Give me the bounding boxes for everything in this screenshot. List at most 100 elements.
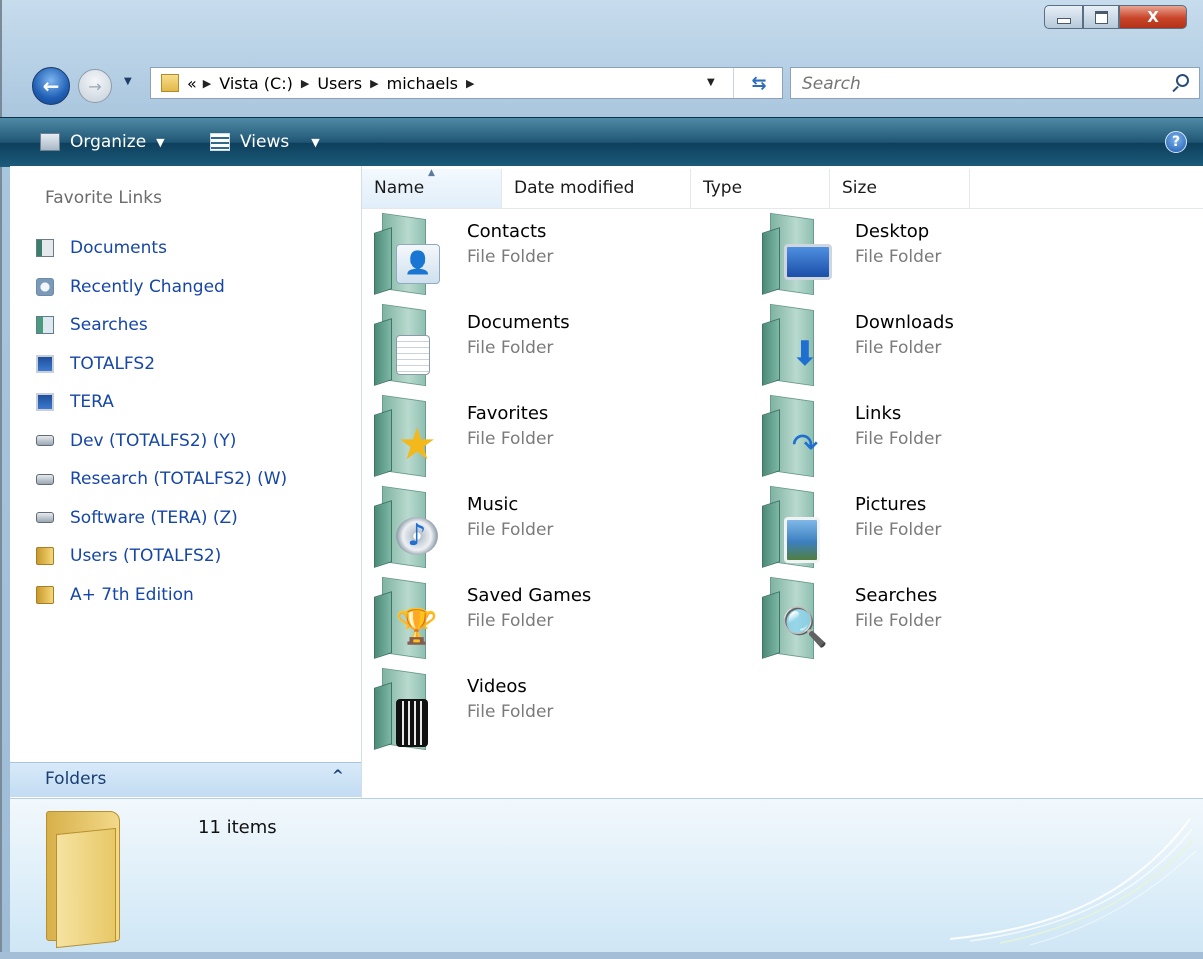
close-button[interactable]: X bbox=[1119, 5, 1187, 29]
chevron-right-icon[interactable]: ▶ bbox=[301, 77, 309, 90]
file-name: Music bbox=[467, 494, 519, 515]
computer-icon bbox=[36, 393, 54, 412]
videos-folder-icon bbox=[374, 667, 450, 751]
file-name: Contacts bbox=[467, 221, 547, 242]
sidebar-item-a-plus-7th-edition[interactable]: A+ 7th Edition bbox=[36, 576, 287, 615]
sidebar-item-tera[interactable]: TERA bbox=[36, 383, 287, 422]
maximize-button[interactable] bbox=[1083, 5, 1119, 29]
column-header-label: Size bbox=[842, 178, 877, 198]
folders-toggle-bar[interactable]: Folders ^ bbox=[10, 762, 361, 797]
file-name: Pictures bbox=[855, 494, 927, 515]
column-header-row: Name ▲ Date modified Type Size bbox=[362, 168, 1203, 209]
column-header-name[interactable]: Name ▲ bbox=[362, 168, 502, 208]
folder-icon bbox=[46, 811, 132, 949]
chevron-down-icon: ▼ bbox=[311, 135, 320, 149]
chevron-right-icon[interactable]: ▶ bbox=[370, 77, 378, 90]
sidebar-item-documents[interactable]: Documents bbox=[36, 229, 287, 268]
list-item[interactable]: Videos File Folder bbox=[362, 667, 732, 751]
list-item[interactable]: Pictures File Folder bbox=[750, 485, 1120, 569]
sidebar-item-totalfs2[interactable]: TOTALFS2 bbox=[36, 345, 287, 384]
column-header-date-modified[interactable]: Date modified bbox=[502, 169, 691, 208]
sidebar-item-recently-changed[interactable]: Recently Changed bbox=[36, 268, 287, 307]
sidebar-item-label: Software (TERA) (Z) bbox=[70, 507, 238, 528]
list-item[interactable]: ♪ Music File Folder bbox=[362, 485, 732, 569]
sidebar-item-research[interactable]: Research (TOTALFS2) (W) bbox=[36, 460, 287, 499]
chevron-up-icon: ^ bbox=[332, 768, 344, 784]
views-button[interactable]: Views ▼ bbox=[210, 129, 320, 155]
file-type: File Folder bbox=[855, 611, 942, 631]
file-type: File Folder bbox=[855, 338, 942, 358]
sidebar-item-users[interactable]: Users (TOTALFS2) bbox=[36, 537, 287, 576]
sidebar-item-software[interactable]: Software (TERA) (Z) bbox=[36, 499, 287, 538]
breadcrumb-item[interactable]: michaels bbox=[387, 74, 458, 93]
sidebar-item-label: Documents bbox=[70, 238, 167, 259]
help-icon: ? bbox=[1171, 134, 1181, 150]
list-item[interactable]: 🔍 Searches File Folder bbox=[750, 576, 1120, 660]
list-item[interactable]: 👤 Contacts File Folder bbox=[362, 212, 732, 296]
column-header-size[interactable]: Size bbox=[830, 169, 970, 208]
file-type: File Folder bbox=[467, 429, 554, 449]
back-button[interactable]: ← bbox=[32, 67, 70, 105]
file-type: File Folder bbox=[467, 611, 554, 631]
sidebar-item-searches[interactable]: Searches bbox=[36, 306, 287, 345]
favorites-folder-icon: ★ bbox=[374, 394, 450, 478]
details-pane: 11 items bbox=[10, 798, 1203, 952]
recent-pages-dropdown-icon[interactable]: ▼ bbox=[124, 76, 132, 87]
network-drive-icon bbox=[36, 512, 54, 524]
window-bottom-border bbox=[0, 952, 1203, 959]
list-item[interactable]: Documents File Folder bbox=[362, 303, 732, 387]
list-item[interactable]: Desktop File Folder bbox=[750, 212, 1120, 296]
searches-folder-icon: 🔍 bbox=[762, 576, 838, 660]
sidebar-item-label: Research (TOTALFS2) (W) bbox=[70, 469, 288, 490]
breadcrumb-item[interactable]: Vista (C:) bbox=[219, 74, 293, 93]
file-name: Searches bbox=[855, 585, 938, 606]
chevron-right-icon[interactable]: ▶ bbox=[466, 77, 474, 90]
column-header-label: Name bbox=[374, 178, 425, 198]
list-item[interactable]: 🏆 Saved Games File Folder bbox=[362, 576, 732, 660]
refresh-button[interactable]: ⇆ bbox=[733, 68, 784, 98]
back-arrow-icon: ← bbox=[42, 74, 60, 98]
computer-icon bbox=[36, 354, 54, 373]
caption-buttons: X bbox=[1044, 5, 1187, 31]
column-header-type[interactable]: Type bbox=[691, 169, 830, 208]
file-type: File Folder bbox=[467, 338, 554, 358]
file-type: File Folder bbox=[855, 520, 942, 540]
file-name: Downloads bbox=[855, 312, 954, 333]
folder-icon bbox=[36, 585, 54, 604]
sidebar-item-label: TOTALFS2 bbox=[70, 353, 156, 374]
file-name: Documents bbox=[467, 312, 570, 333]
sidebar-item-dev[interactable]: Dev (TOTALFS2) (Y) bbox=[36, 422, 287, 461]
desktop-folder-icon bbox=[762, 212, 838, 296]
search-input[interactable] bbox=[800, 72, 1164, 96]
navigation-pane: Favorite Links Documents Recently Change… bbox=[10, 166, 362, 798]
help-button[interactable]: ? bbox=[1165, 131, 1187, 153]
downloads-folder-icon: ⬇ bbox=[762, 303, 838, 387]
list-item[interactable]: ★ Favorites File Folder bbox=[362, 394, 732, 478]
chevron-right-icon: ▶ bbox=[202, 76, 212, 90]
minimize-button[interactable] bbox=[1044, 5, 1083, 29]
file-name: Favorites bbox=[467, 403, 549, 424]
search-box bbox=[790, 67, 1200, 99]
views-label: Views bbox=[240, 132, 290, 152]
recently-changed-icon bbox=[36, 277, 54, 296]
breadcrumb-item[interactable]: Users bbox=[317, 74, 362, 93]
item-count: 11 items bbox=[198, 817, 277, 838]
sort-ascending-icon: ▲ bbox=[428, 168, 435, 178]
music-folder-icon: ♪ bbox=[374, 485, 450, 569]
column-header-label: Type bbox=[703, 178, 743, 198]
address-bar[interactable]: « ▶ Vista (C:) ▶ Users ▶ michaels ▶ ▼ ⇆ bbox=[150, 67, 783, 99]
list-item[interactable]: ⬇ Downloads File Folder bbox=[750, 303, 1120, 387]
address-dropdown-icon[interactable]: ▼ bbox=[707, 77, 715, 88]
folder-icon bbox=[161, 74, 179, 92]
list-item[interactable]: ↷ Links File Folder bbox=[750, 394, 1120, 478]
file-list-pane: Name ▲ Date modified Type Size 👤 Contact… bbox=[362, 166, 1203, 798]
file-type: File Folder bbox=[467, 520, 554, 540]
file-name: Videos bbox=[467, 676, 527, 697]
search-icon[interactable] bbox=[1176, 74, 1189, 87]
forward-button[interactable]: → bbox=[78, 69, 112, 103]
favorite-links-list: Documents Recently Changed Searches TOTA… bbox=[36, 229, 287, 614]
organize-icon bbox=[40, 133, 60, 151]
breadcrumb-overflow-chevron[interactable]: « bbox=[187, 74, 197, 93]
views-icon bbox=[210, 133, 230, 151]
organize-button[interactable]: Organize ▼ bbox=[40, 129, 165, 155]
